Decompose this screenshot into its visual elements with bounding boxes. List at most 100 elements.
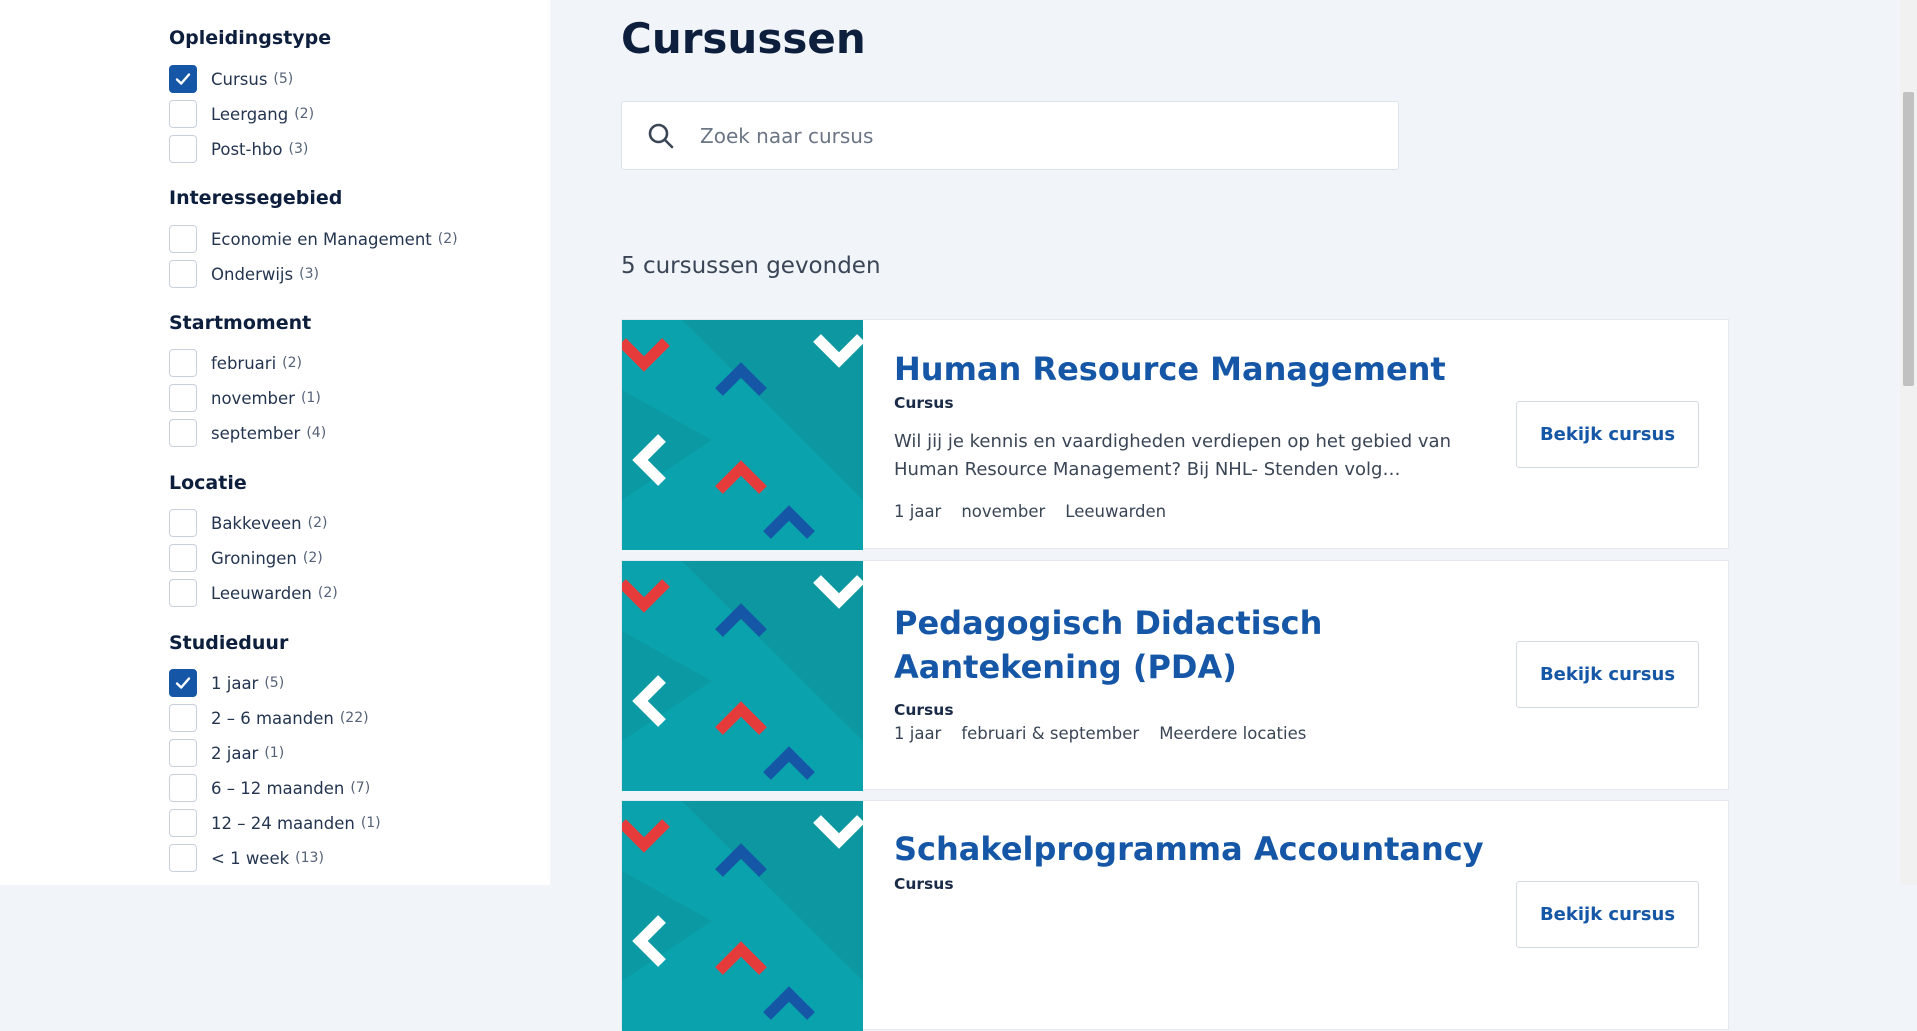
- page-title: Cursussen: [621, 14, 866, 63]
- course-description: Wil jij je kennis en vaardigheden verdie…: [894, 431, 1451, 480]
- checkbox[interactable]: [169, 509, 197, 537]
- filter-option-6-12-maanden[interactable]: 6 – 12 maanden (7): [169, 773, 370, 803]
- option-label: november: [211, 388, 295, 408]
- course-title[interactable]: Human Resource Management: [894, 347, 1446, 391]
- checkbox[interactable]: [169, 739, 197, 767]
- view-course-button[interactable]: Bekijk cursus: [1516, 881, 1699, 948]
- option-label: < 1 week: [211, 848, 290, 868]
- filter-group-title: Interessegebied: [169, 187, 343, 209]
- filter-option-12-24-maanden[interactable]: 12 – 24 maanden (1): [169, 808, 381, 838]
- checkbox[interactable]: [169, 544, 197, 572]
- filter-option-bakkeveen[interactable]: Bakkeveen (2): [169, 508, 327, 538]
- search-box[interactable]: [621, 101, 1399, 170]
- filter-option-november[interactable]: november (1): [169, 383, 321, 413]
- course-pattern-image: [622, 801, 863, 1031]
- checkbox[interactable]: [169, 774, 197, 802]
- option-count: (13): [295, 850, 324, 866]
- view-course-button[interactable]: Bekijk cursus: [1516, 641, 1699, 708]
- option-count: (2): [282, 355, 302, 371]
- course-pattern-image: [622, 320, 863, 550]
- checkbox-checked[interactable]: [169, 65, 197, 93]
- option-label: 2 jaar: [211, 743, 259, 763]
- option-count: (1): [360, 815, 381, 831]
- filter-option-leergang[interactable]: Leergang (2): [169, 99, 314, 129]
- checkbox[interactable]: [169, 844, 197, 872]
- option-label: Groningen: [211, 548, 297, 568]
- scrollbar[interactable]: [1900, 0, 1917, 885]
- filter-group-title: Startmoment: [169, 312, 312, 334]
- filter-option-cursus[interactable]: Cursus (5): [169, 64, 293, 94]
- filter-option-post-hbo[interactable]: Post-hbo (3): [169, 134, 308, 164]
- course-start: november: [961, 502, 1046, 521]
- main-content: Cursussen 5 cursussen gevonden Human Res…: [550, 0, 1900, 1031]
- course-image: [622, 801, 863, 1031]
- option-count: (4): [306, 425, 327, 441]
- course-duration: 1 jaar: [894, 502, 942, 521]
- course-pattern-image: [622, 561, 863, 791]
- filter-group-title: Studieduur: [169, 632, 289, 654]
- course-location: Meerdere locaties: [1159, 724, 1307, 743]
- filter-option-1-jaar[interactable]: 1 jaar (5): [169, 668, 284, 698]
- filter-option-onderwijs[interactable]: Onderwijs (3): [169, 259, 319, 289]
- option-count: (1): [264, 745, 285, 761]
- option-count: (5): [264, 675, 285, 691]
- scrollbar-thumb[interactable]: [1903, 92, 1914, 386]
- filter-group-title: Locatie: [169, 472, 247, 494]
- option-label: Bakkeveen: [211, 513, 302, 533]
- option-label: 6 – 12 maanden: [211, 778, 345, 798]
- checkmark-icon: [175, 73, 191, 85]
- filter-option-2-jaar[interactable]: 2 jaar (1): [169, 738, 284, 768]
- course-type: Cursus: [894, 394, 954, 412]
- course-type: Cursus: [894, 701, 954, 719]
- course-meta: 1 jaar februari & september Meerdere loc…: [894, 724, 1306, 743]
- filter-group-title: Opleidingstype: [169, 27, 332, 49]
- checkbox-checked[interactable]: [169, 669, 197, 697]
- option-count: (1): [300, 390, 321, 406]
- option-count: (22): [339, 710, 369, 726]
- course-title[interactable]: Pedagogisch Didactisch Aantekening (PDA): [894, 601, 1334, 689]
- checkbox[interactable]: [169, 809, 197, 837]
- option-label: Leergang: [211, 104, 289, 124]
- checkbox[interactable]: [169, 704, 197, 732]
- filter-option-september[interactable]: september (4): [169, 418, 326, 448]
- course-title[interactable]: Schakelprogramma Accountancy: [894, 827, 1484, 871]
- checkbox[interactable]: [169, 260, 197, 288]
- checkbox[interactable]: [169, 419, 197, 447]
- course-location: Leeuwarden: [1065, 502, 1167, 521]
- filter-option-februari[interactable]: februari (2): [169, 348, 302, 378]
- checkbox[interactable]: [169, 349, 197, 377]
- option-count: (2): [307, 515, 328, 531]
- filter-option-economie[interactable]: Economie en Management (2): [169, 224, 458, 254]
- checkmark-icon: [175, 677, 191, 689]
- filter-option-groningen[interactable]: Groningen (2): [169, 543, 323, 573]
- course-image: [622, 561, 863, 791]
- course-card: Pedagogisch Didactisch Aantekening (PDA)…: [621, 560, 1729, 791]
- option-label: Onderwijs: [211, 264, 294, 284]
- filter-sidebar: Opleidingstype Cursus (5) Leergang (2) P…: [0, 0, 550, 885]
- filter-option-lt-1-week[interactable]: < 1 week (13): [169, 843, 324, 873]
- option-count: (2): [317, 585, 338, 601]
- option-label: 1 jaar: [211, 673, 259, 693]
- course-meta: 1 jaar november Leeuwarden: [894, 502, 1166, 521]
- option-label: 12 – 24 maanden: [211, 813, 355, 833]
- option-count: (5): [273, 71, 294, 87]
- filter-option-2-6-maanden[interactable]: 2 – 6 maanden (22): [169, 703, 369, 733]
- checkbox[interactable]: [169, 384, 197, 412]
- filter-option-leeuwarden[interactable]: Leeuwarden (2): [169, 578, 338, 608]
- course-card: Human Resource Management Cursus Wil jij…: [621, 319, 1729, 550]
- option-label: Leeuwarden: [211, 583, 312, 603]
- checkbox[interactable]: [169, 135, 197, 163]
- checkbox[interactable]: [169, 579, 197, 607]
- option-count: (3): [299, 266, 319, 282]
- search-input[interactable]: [698, 122, 1352, 149]
- checkbox[interactable]: [169, 100, 197, 128]
- option-count: (3): [288, 141, 309, 157]
- option-label: februari: [211, 353, 277, 373]
- course-duration: 1 jaar: [894, 724, 942, 743]
- course-image: [622, 320, 863, 550]
- view-course-button[interactable]: Bekijk cursus: [1516, 401, 1699, 468]
- option-label: 2 – 6 maanden: [211, 708, 334, 728]
- result-count: 5 cursussen gevonden: [621, 253, 881, 279]
- option-label: Cursus: [211, 69, 268, 89]
- checkbox[interactable]: [169, 225, 197, 253]
